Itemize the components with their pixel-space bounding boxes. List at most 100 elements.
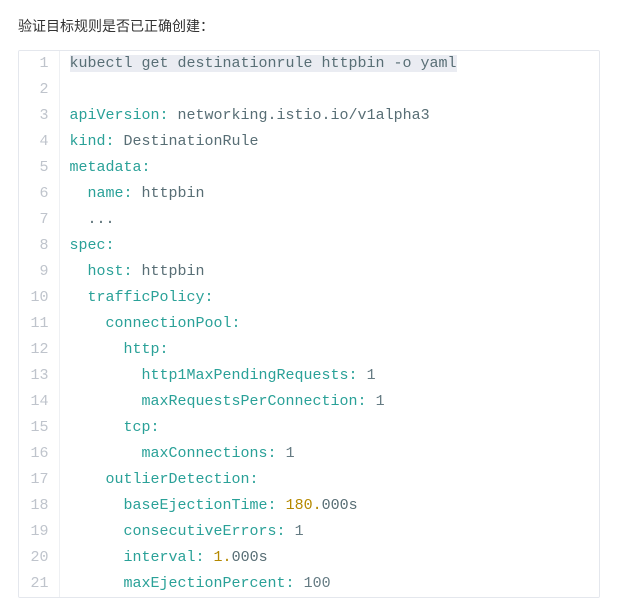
line-content: interval: 1.000s [59, 545, 599, 571]
line-number: 14 [19, 389, 59, 415]
line-number: 13 [19, 363, 59, 389]
code-line: 8 spec: [19, 233, 599, 259]
code-token [70, 523, 124, 540]
code-token: name: [88, 185, 133, 202]
line-content: maxRequestsPerConnection: 1 [59, 389, 599, 415]
code-line: 7 ... [19, 207, 599, 233]
code-token [70, 575, 124, 592]
code-token: kind: [70, 133, 115, 150]
line-number: 12 [19, 337, 59, 363]
code-token [70, 497, 124, 514]
line-number: 21 [19, 571, 59, 597]
code-line: 3apiVersion: networking.istio.io/v1alpha… [19, 103, 599, 129]
code-token: http: [124, 341, 169, 358]
code-line: 1 kubectl get destinationrule httpbin -o … [19, 51, 599, 77]
line-number: 6 [19, 181, 59, 207]
code-line: 13 http1MaxPendingRequests: 1 [19, 363, 599, 389]
code-token: host: [88, 263, 133, 280]
code-token: maxRequestsPerConnection: [142, 393, 367, 410]
line-number: 20 [19, 545, 59, 571]
code-line: 11 connectionPool: [19, 311, 599, 337]
code-token [295, 575, 304, 592]
code-line: 20 interval: 1.000s [19, 545, 599, 571]
line-number: 7 [19, 207, 59, 233]
code-token: 000s [322, 497, 358, 514]
code-token [70, 445, 142, 462]
line-content: consecutiveErrors: 1 [59, 519, 599, 545]
code-line: 14 maxRequestsPerConnection: 1 [19, 389, 599, 415]
code-token: 1 [286, 445, 295, 462]
line-content: name: httpbin [59, 181, 599, 207]
code-token: metadata: [70, 159, 151, 176]
line-number: 19 [19, 519, 59, 545]
code-token: spec: [70, 237, 115, 254]
line-content: apiVersion: networking.istio.io/v1alpha3 [59, 103, 599, 129]
code-token: apiVersion: [70, 107, 169, 124]
code-token [367, 393, 376, 410]
code-token: 000s [232, 549, 268, 566]
code-token [205, 549, 214, 566]
command-highlight: kubectl get destinationrule httpbin -o y… [70, 55, 457, 72]
line-number: 18 [19, 493, 59, 519]
line-content: maxConnections: 1 [59, 441, 599, 467]
code-token: networking.istio.io/v1alpha3 [169, 107, 430, 124]
line-number: 15 [19, 415, 59, 441]
line-number: 4 [19, 129, 59, 155]
line-number: 17 [19, 467, 59, 493]
code-line: 2 [19, 77, 599, 103]
code-token: maxConnections: [142, 445, 277, 462]
code-token [70, 393, 142, 410]
line-content: tcp: [59, 415, 599, 441]
code-token: httpbin [133, 185, 205, 202]
line-content [59, 77, 599, 103]
code-token: httpbin [133, 263, 205, 280]
code-token: http1MaxPendingRequests: [142, 367, 358, 384]
code-line: 5 metadata: [19, 155, 599, 181]
code-token: consecutiveErrors: [124, 523, 286, 540]
code-token [70, 315, 106, 332]
code-line: 18 baseEjectionTime: 180.000s [19, 493, 599, 519]
code-token [70, 367, 142, 384]
line-content: baseEjectionTime: 180.000s [59, 493, 599, 519]
code-token: maxEjectionPercent: [124, 575, 295, 592]
code-token: 1 [295, 523, 304, 540]
code-token: 1. [214, 549, 232, 566]
code-line: 17 outlierDetection: [19, 467, 599, 493]
code-token: tcp: [124, 419, 160, 436]
code-line: 6 name: httpbin [19, 181, 599, 207]
code-token: baseEjectionTime: [124, 497, 277, 514]
code-token: connectionPool: [106, 315, 241, 332]
code-token [277, 497, 286, 514]
code-line: 9 host: httpbin [19, 259, 599, 285]
code-token [70, 263, 88, 280]
code-line: 10 trafficPolicy: [19, 285, 599, 311]
code-token [70, 289, 88, 306]
line-number: 5 [19, 155, 59, 181]
code-token: 1 [376, 393, 385, 410]
code-line: 4 kind: DestinationRule [19, 129, 599, 155]
intro-paragraph: 验证目标规则是否已正确创建： [18, 16, 600, 36]
line-content: http1MaxPendingRequests: 1 [59, 363, 599, 389]
line-number: 8 [19, 233, 59, 259]
line-content: spec: [59, 233, 599, 259]
code-token: kubectl get destinationrule httpbin -o y… [70, 55, 457, 72]
line-number: 2 [19, 77, 59, 103]
line-content: host: httpbin [59, 259, 599, 285]
line-content: kubectl get destinationrule httpbin -o y… [59, 51, 599, 77]
code-block: 1 kubectl get destinationrule httpbin -o … [18, 50, 600, 598]
line-number: 3 [19, 103, 59, 129]
line-content: http: [59, 337, 599, 363]
line-content: trafficPolicy: [59, 285, 599, 311]
line-content: ... [59, 207, 599, 233]
code-line: 12 http: [19, 337, 599, 363]
line-content: outlierDetection: [59, 467, 599, 493]
code-token [70, 549, 124, 566]
code-token [70, 471, 106, 488]
code-line: 19 consecutiveErrors: 1 [19, 519, 599, 545]
code-token: DestinationRule [115, 133, 259, 150]
code-token: ... [70, 211, 115, 228]
code-line: 16 maxConnections: 1 [19, 441, 599, 467]
line-number: 1 [19, 51, 59, 77]
line-number: 9 [19, 259, 59, 285]
code-token [277, 445, 286, 462]
